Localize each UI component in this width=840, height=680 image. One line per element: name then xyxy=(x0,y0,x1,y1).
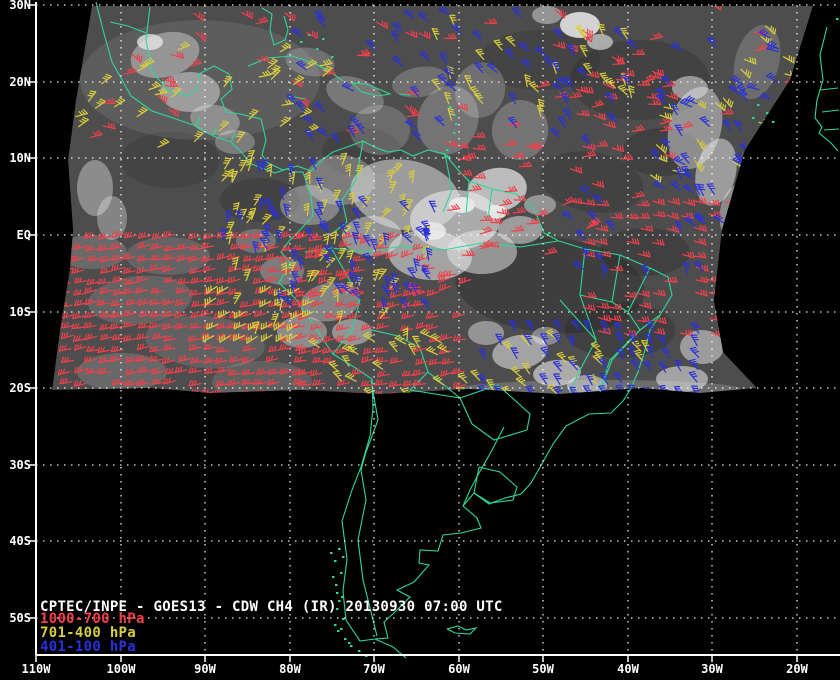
lat-label-10N: 10N xyxy=(9,151,31,165)
island-dot xyxy=(449,106,452,108)
lon-label-60W: 60W xyxy=(448,662,470,676)
lat-label-20N: 20N xyxy=(9,75,31,89)
island-dot xyxy=(446,149,449,151)
island-dot xyxy=(344,638,347,640)
lon-label-110W: 110W xyxy=(22,662,52,676)
island-dot xyxy=(772,121,775,123)
island-dot xyxy=(330,552,333,554)
island-dot xyxy=(836,18,839,20)
legend-item-low: 1000-700 hPa xyxy=(40,611,145,627)
island-dot xyxy=(331,56,334,58)
island-dot xyxy=(455,123,458,125)
island-dot xyxy=(342,556,345,558)
legend-item-mid: 701-400 hPa xyxy=(40,625,137,641)
island-dot xyxy=(337,630,340,632)
lon-label-80W: 80W xyxy=(279,662,301,676)
lat-label-EQ: EQ xyxy=(17,228,31,242)
lon-label-90W: 90W xyxy=(194,662,216,676)
island-dot xyxy=(316,48,319,50)
island-dot xyxy=(453,132,456,134)
lat-label-40S: 40S xyxy=(9,534,31,548)
island-dot xyxy=(332,576,335,578)
lon-label-20W: 20W xyxy=(786,662,808,676)
island-dot xyxy=(548,232,551,234)
island-dot xyxy=(766,112,769,114)
lon-label-100W: 100W xyxy=(107,662,137,676)
island-dot xyxy=(340,628,343,630)
pressure-level-legend: 1000-700 hPa 701-400 hPa 401-100 hPa xyxy=(40,612,145,654)
island-dot xyxy=(198,238,201,240)
island-dot xyxy=(336,592,339,594)
island-dot xyxy=(757,104,760,106)
island-dot xyxy=(334,624,337,626)
lon-label-70W: 70W xyxy=(363,662,385,676)
lat-label-20S: 20S xyxy=(9,381,31,395)
island-dot xyxy=(348,642,351,644)
island-dot xyxy=(752,117,755,119)
lat-label-30N: 30N xyxy=(9,0,31,12)
lon-label-30W: 30W xyxy=(701,662,723,676)
island-dot xyxy=(338,548,341,550)
island-dot xyxy=(322,38,325,40)
island-dot xyxy=(335,584,338,586)
island-dot xyxy=(334,560,337,562)
lon-label-50W: 50W xyxy=(532,662,554,676)
island-dot xyxy=(540,237,543,239)
lon-label-40W: 40W xyxy=(617,662,639,676)
satellite-ir-image xyxy=(52,6,813,394)
island-dot xyxy=(340,572,343,574)
legend-item-high: 401-100 hPa xyxy=(40,639,137,655)
island-dot xyxy=(300,41,303,43)
satellite-wind-map: 30N 20N 10N EQ 10S 20S 30S 40S 50S 110W 100W 90W 80W… xyxy=(0,0,840,680)
lat-label-30S: 30S xyxy=(9,458,31,472)
lat-label-50S: 50S xyxy=(9,611,31,625)
island-dot xyxy=(444,156,447,158)
lat-label-10S: 10S xyxy=(9,305,31,319)
island-dot xyxy=(341,596,344,598)
island-dot xyxy=(358,650,361,652)
island-dot xyxy=(350,645,353,647)
weather-map-stage: 30N 20N 10N EQ 10S 20S 30S 40S 50S 110W 100W 90W 80W… xyxy=(0,0,840,680)
